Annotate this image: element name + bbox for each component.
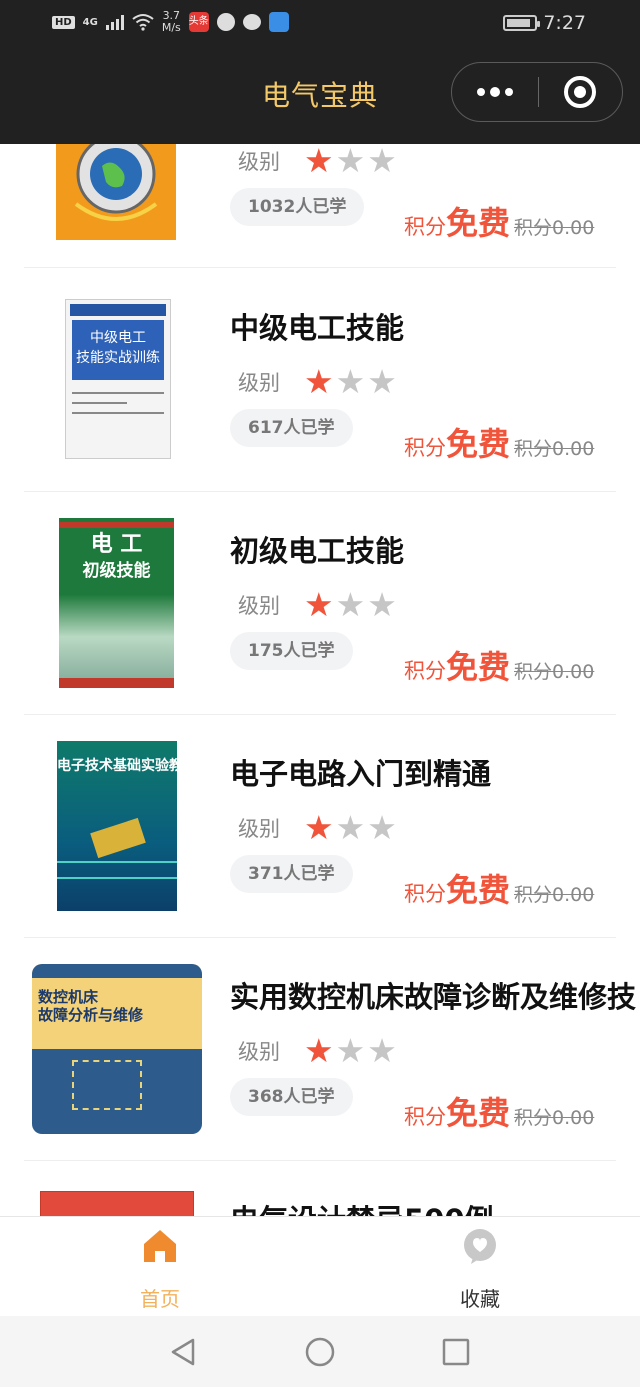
- system-nav-bar: [0, 1316, 640, 1387]
- network-speed: 3.7 M/s: [161, 9, 181, 34]
- star-filled-icon: ★: [304, 144, 334, 180]
- star-empty-icon: ★: [367, 362, 397, 401]
- course-level: 级别 ★ ★ ★: [238, 808, 397, 847]
- status-bar: HD 4G 3.7 M/s 头条 7:27: [0, 0, 640, 48]
- course-cover: [56, 144, 176, 240]
- chat-bubble-icon: [464, 1229, 496, 1264]
- course-cover: 电 工 初级技能: [59, 518, 174, 688]
- learner-count: 368人已学: [230, 1078, 353, 1116]
- message-icon: [242, 14, 261, 30]
- app-icon: [216, 13, 235, 31]
- learner-count: 617人已学: [230, 409, 353, 447]
- news-app-icon: 头条: [188, 12, 209, 32]
- course-level: 级别 ★ ★ ★: [238, 1031, 397, 1070]
- course-price: 积分 免费 积分0.00: [404, 204, 595, 242]
- back-icon[interactable]: [167, 1336, 199, 1368]
- course-list[interactable]: 级别 ★ ★ ★ 1032人已学 积分 免费 积分0.00 中级电工 技能实战训练 中级电…: [0, 144, 640, 1216]
- course-cover: 中级电工 技能实战训练: [65, 299, 171, 459]
- wifi-icon: [132, 14, 154, 31]
- course-item[interactable]: 数控机床 故障分析与维修 实用数控机床故障诊断及维修技 级别 ★ ★ ★ 368人已学…: [24, 938, 636, 1161]
- course-title[interactable]: 初级电工技能: [230, 528, 404, 570]
- course-price: 积分 免费 积分0.00: [404, 425, 595, 463]
- recents-icon[interactable]: [440, 1336, 472, 1368]
- tab-bar: 首页 收藏: [0, 1216, 640, 1316]
- home-icon: [144, 1230, 176, 1262]
- hd-badge: HD: [52, 15, 75, 29]
- network-type: 4G: [82, 16, 98, 28]
- star-empty-icon: ★: [367, 808, 397, 847]
- course-title[interactable]: 电子电路入门到精通: [230, 751, 491, 793]
- star-filled-icon: ★: [304, 362, 334, 401]
- star-filled-icon: ★: [304, 808, 334, 847]
- star-empty-icon: ★: [367, 144, 397, 180]
- course-item[interactable]: 中级电工 技能实战训练 中级电工技能 级别 ★ ★ ★ 617人已学 积分 免费 积分0.…: [24, 269, 616, 492]
- star-empty-icon: ★: [335, 1031, 366, 1070]
- top-bar: HD 4G 3.7 M/s 头条 7:27 电气宝典: [0, 0, 640, 144]
- course-cover: [40, 1191, 194, 1216]
- home-button-icon[interactable]: [304, 1336, 336, 1368]
- learner-count: 175人已学: [230, 632, 353, 670]
- course-price: 积分 免费 积分0.00: [404, 1094, 595, 1132]
- status-time: 7:27: [543, 12, 586, 34]
- weather-icon: [268, 12, 289, 32]
- star-empty-icon: ★: [367, 585, 397, 624]
- course-price: 积分 免费 积分0.00: [404, 648, 595, 686]
- signal-icon: [105, 14, 124, 30]
- course-item[interactable]: 电气设计禁忌500例: [24, 1161, 616, 1216]
- course-price: 积分 免费 积分0.00: [404, 871, 595, 909]
- star-filled-icon: ★: [304, 585, 334, 624]
- more-button[interactable]: [452, 63, 538, 120]
- more-dots-icon: [477, 87, 485, 96]
- course-cover: 电子技术基础实验教程: [57, 741, 177, 911]
- course-item[interactable]: 电 工 初级技能 初级电工技能 级别 ★ ★ ★ 175人已学 积分 免费 积分0.00: [24, 492, 616, 715]
- battery-icon: [503, 15, 541, 31]
- star-empty-icon: ★: [335, 808, 366, 847]
- course-level: 级别 ★ ★ ★: [238, 362, 397, 401]
- learner-count: 1032人已学: [230, 188, 365, 226]
- star-empty-icon: ★: [367, 1031, 397, 1070]
- star-empty-icon: ★: [335, 585, 366, 624]
- course-item[interactable]: 级别 ★ ★ ★ 1032人已学 积分 免费 积分0.00: [24, 144, 616, 268]
- star-filled-icon: ★: [304, 1031, 334, 1070]
- star-empty-icon: ★: [335, 362, 366, 401]
- course-item[interactable]: 电子技术基础实验教程 电子电路入门到精通 级别 ★★★ 371人已学 积分免费积…: [24, 715, 616, 938]
- mini-program-capsule: [451, 62, 623, 122]
- learner-count: 371人已学: [230, 855, 353, 893]
- course-level: 级别 ★ ★ ★: [238, 144, 397, 180]
- tab-home[interactable]: 首页: [0, 1217, 320, 1317]
- close-mini-program-button[interactable]: [564, 76, 596, 108]
- course-title[interactable]: 电气设计禁忌500例: [230, 1197, 494, 1216]
- course-cover: 数控机床 故障分析与维修: [32, 964, 202, 1134]
- star-empty-icon: ★: [335, 144, 366, 180]
- course-level: 级别 ★ ★ ★: [238, 585, 397, 624]
- course-title[interactable]: 中级电工技能: [230, 305, 404, 347]
- tab-favorites[interactable]: 收藏: [320, 1217, 640, 1317]
- course-title[interactable]: 实用数控机床故障诊断及维修技: [230, 974, 636, 1016]
